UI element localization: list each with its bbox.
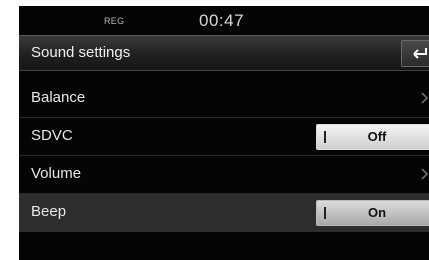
header-bar: Sound settings bbox=[19, 35, 429, 71]
row-label: Beep bbox=[31, 203, 67, 220]
row-label: SDVC bbox=[31, 127, 73, 144]
row-label: Volume bbox=[31, 165, 82, 182]
chevron-right-icon bbox=[421, 92, 429, 104]
back-button[interactable] bbox=[401, 40, 429, 67]
back-arrow-icon bbox=[413, 48, 427, 59]
chevron-right-icon bbox=[421, 168, 429, 180]
row-label: Balance bbox=[31, 89, 86, 106]
beep-toggle[interactable]: On bbox=[316, 200, 429, 226]
toggle-state: Off bbox=[367, 129, 387, 144]
clock-time: 00:47 bbox=[199, 11, 245, 30]
list-item-beep[interactable]: Beep On bbox=[19, 194, 429, 232]
sdvc-toggle[interactable]: Off bbox=[316, 124, 429, 150]
reg-indicator: REG bbox=[104, 16, 125, 26]
list-item-balance[interactable]: Balance bbox=[19, 80, 429, 118]
page-title: Sound settings bbox=[31, 44, 131, 61]
settings-list: Balance SDVC Off Volume Beep On bbox=[19, 80, 429, 232]
toggle-state: On bbox=[367, 205, 387, 220]
list-item-sdvc[interactable]: SDVC Off bbox=[19, 118, 429, 156]
screen: REG 00:47 Sound settings Balance SDVC Of… bbox=[19, 6, 429, 260]
status-bar: REG 00:47 bbox=[19, 6, 429, 34]
list-item-volume[interactable]: Volume bbox=[19, 156, 429, 194]
